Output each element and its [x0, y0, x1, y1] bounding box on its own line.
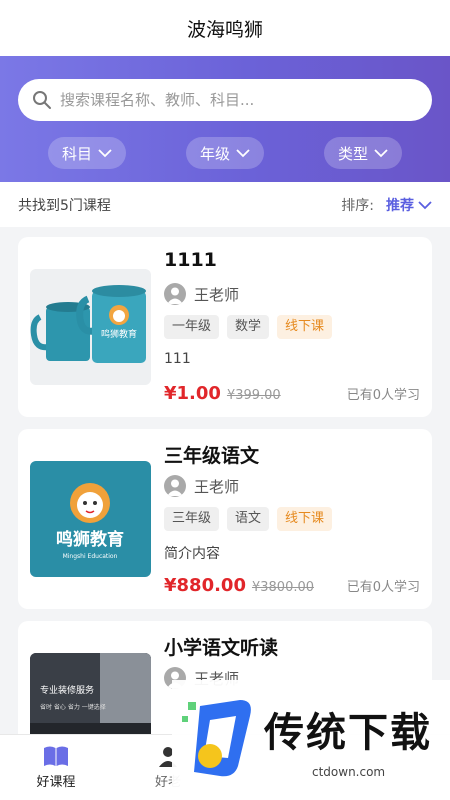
search-bar[interactable] — [18, 79, 432, 121]
teacher-name: 王老师 — [194, 285, 240, 304]
filter-label: 类型 — [337, 144, 368, 163]
filter-row: 科目 年级 类型 — [18, 121, 432, 169]
teacher-name: 王老师 — [194, 477, 240, 496]
subject-tag: 数学 — [227, 315, 270, 339]
course-info: 三年级语文 王老师 三年级 语文 线下课 简介内容 ¥880.00 ¥3800.… — [164, 441, 420, 596]
subject-tag: 语文 — [227, 507, 270, 531]
price: ¥1.00 — [164, 383, 221, 404]
title-bar: 波海鸣狮 — [0, 0, 450, 56]
mug-image: 鸣狮教育 — [30, 285, 146, 363]
type-tag: 线下课 — [277, 507, 333, 531]
mug-brand-text: 鸣狮教育 — [101, 328, 137, 340]
course-title: 三年级语文 — [164, 445, 260, 467]
book-icon — [44, 746, 68, 766]
filter-type[interactable]: 类型 — [324, 137, 402, 169]
result-count: 共找到5门课程 — [18, 197, 111, 214]
filter-subject[interactable]: 科目 — [48, 137, 126, 169]
results-bar: 共找到5门课程 排序: 推荐 — [0, 182, 450, 227]
grade-tag: 三年级 — [164, 507, 220, 531]
person-icon — [167, 287, 183, 304]
grade-tag: 一年级 — [164, 315, 220, 339]
tab-courses[interactable]: 好课程 — [0, 735, 112, 800]
sort-control[interactable]: 排序: 推荐 — [341, 195, 432, 215]
tag-row: 三年级 语文 线下课 — [164, 507, 420, 531]
original-price: ¥399.00 — [226, 388, 281, 403]
logo-subtext: Mingshi Education — [63, 553, 118, 560]
lion-logo-image: 鸣狮教育 Mingshi Education — [56, 483, 124, 560]
promo-subtext: 省时 省心 省力 一键选择 — [40, 703, 106, 711]
search-icon — [33, 91, 51, 109]
filter-grade[interactable]: 年级 — [186, 137, 264, 169]
watermark-overlay: 传统下载 ctdown.com — [172, 680, 450, 790]
course-thumbnail: 鸣狮教育 — [30, 269, 151, 385]
type-tag: 线下课 — [277, 315, 333, 339]
chevron-down-icon — [374, 149, 388, 158]
chevron-down-icon — [236, 149, 250, 158]
price-row: ¥880.00 ¥3800.00 已有0人学习 — [164, 575, 420, 596]
course-title: 小学语文听读 — [164, 637, 279, 659]
chevron-down-icon — [98, 149, 112, 158]
course-description: 简介内容 — [164, 546, 220, 562]
price-row: ¥1.00 ¥399.00 已有0人学习 — [164, 383, 420, 404]
avatar — [164, 283, 186, 305]
promo-text: 专业装修服务 — [40, 684, 94, 696]
logo-text: 鸣狮教育 — [56, 529, 124, 550]
course-thumbnail: 鸣狮教育 Mingshi Education — [30, 461, 151, 577]
watermark-brand: 传统下载 — [264, 710, 432, 756]
course-card[interactable]: 鸣狮教育 Mingshi Education 三年级语文 王老师 三年级 语文 … — [18, 429, 432, 609]
search-input[interactable] — [60, 91, 410, 109]
original-price: ¥3800.00 — [251, 580, 315, 595]
filter-label: 科目 — [61, 144, 92, 163]
learner-count: 已有0人学习 — [346, 580, 420, 595]
teacher-row: 王老师 — [164, 283, 420, 305]
course-description: 111 — [164, 351, 191, 367]
course-card[interactable]: 鸣狮教育 1111 王老师 一年级 数学 线下课 111 ¥1.00 ¥399.… — [18, 237, 432, 417]
course-title: 1111 — [164, 249, 217, 271]
avatar — [164, 475, 186, 497]
course-info: 1111 王老师 一年级 数学 线下课 111 ¥1.00 ¥399.00 已有… — [164, 249, 420, 404]
tag-row: 一年级 数学 线下课 — [164, 315, 420, 339]
chevron-down-icon — [418, 200, 432, 209]
person-icon — [167, 479, 183, 496]
watermark-url: ctdown.com — [312, 765, 386, 779]
filter-label: 年级 — [199, 144, 230, 163]
watermark-logo-icon — [182, 700, 251, 777]
search-header: 科目 年级 类型 — [0, 56, 450, 182]
sort-value: 推荐 — [386, 197, 414, 214]
learner-count: 已有0人学习 — [346, 388, 420, 403]
price: ¥880.00 — [164, 575, 246, 596]
sort-label: 排序: — [341, 197, 374, 214]
tab-label: 好课程 — [36, 775, 76, 790]
teacher-row: 王老师 — [164, 475, 420, 497]
page-title: 波海鸣狮 — [186, 18, 263, 41]
